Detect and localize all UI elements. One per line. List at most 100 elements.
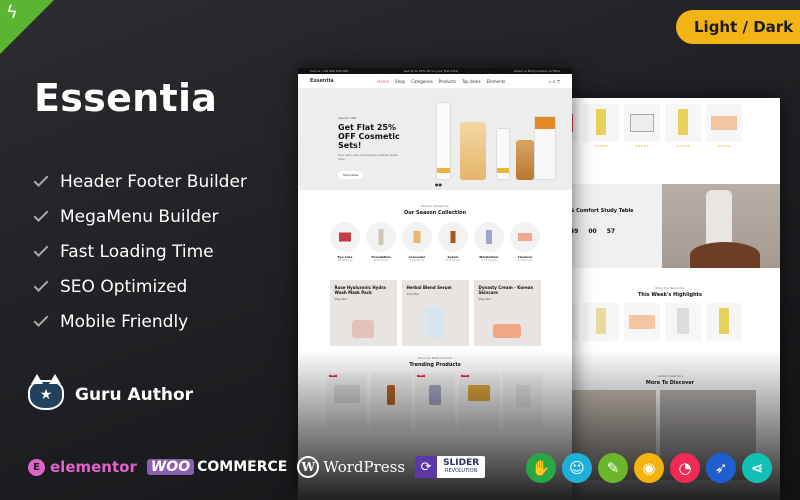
- cat-star-icon: ★: [28, 374, 64, 410]
- category-item[interactable]: Moisturizer 07 Products: [474, 222, 504, 262]
- check-icon: [33, 277, 49, 292]
- promo-banner[interactable]: Herbal Blend Serum Shop Now: [401, 280, 469, 346]
- nav-link[interactable]: Elements: [487, 79, 506, 84]
- author-name: Guru Author: [75, 385, 194, 405]
- share-icon: ⋖: [742, 453, 772, 483]
- slider-revolution-icon: ⟳: [415, 456, 438, 478]
- hero-slider: Special offer Get Flat 25% OFF Cosmetic …: [298, 88, 572, 190]
- shop-now-button[interactable]: Shop Now: [338, 171, 364, 179]
- topbar-links[interactable]: About us Blog Contact us FAQs: [514, 69, 560, 73]
- section-kicker: Shop the favourites: [655, 286, 685, 290]
- promo-banner[interactable]: Rose Hyaluronic Hydra Wash Mask Pack Shop…: [329, 280, 397, 346]
- feature-label: SEO Optimized: [60, 276, 188, 297]
- rating-stars: ★★★★★: [594, 144, 608, 148]
- slider-sub: REVOLUTION: [444, 468, 478, 474]
- banner-link[interactable]: Shop Now: [335, 298, 392, 301]
- timer-seconds: 57: [606, 228, 616, 235]
- check-icon: [33, 207, 49, 222]
- category-count: 03 Products: [517, 259, 533, 262]
- woo-icon: WOO: [146, 459, 195, 475]
- search-icon[interactable]: ⌕: [549, 79, 551, 84]
- feature-item: Header Footer Builder: [33, 164, 247, 199]
- nav-link[interactable]: Products: [439, 79, 456, 84]
- countdown-timer: 49 00 57: [570, 228, 615, 235]
- topbar-promo: Get up to 25% off on your first order: [403, 69, 459, 73]
- partner-logos: Eelementor WOO COMMERCE W WordPress ⟳ SLIDE…: [28, 456, 486, 478]
- category-count: 07 Products: [481, 259, 497, 262]
- category-item[interactable]: Concealer 04 Products: [402, 222, 432, 262]
- check-icon: [33, 172, 49, 187]
- hero-kicker: Special offer: [338, 116, 357, 120]
- wordpress-icon: W: [297, 456, 320, 478]
- wordpress-text: WordPress: [323, 458, 406, 476]
- light-dark-badge: Light / Dark: [676, 10, 800, 44]
- category-item[interactable]: Serum 05 Products: [438, 222, 468, 262]
- speedometer-icon: ◔: [670, 453, 700, 483]
- topbar-contact: Call us: +00 000 000 000: [310, 69, 349, 73]
- rocket-icon: ➶: [706, 453, 736, 483]
- elementor-text: elementor: [50, 458, 137, 476]
- category-count: 08 Products: [337, 259, 353, 262]
- product-bottle: [460, 122, 486, 180]
- deal-of-day-section: & Comfort Study Table 49 00 57: [560, 184, 780, 268]
- author-badge: ★ Guru Author: [28, 374, 194, 410]
- feature-label: MegaMenu Builder: [60, 206, 219, 227]
- category-item[interactable]: Foundation 06 Products: [366, 222, 396, 262]
- feature-item: Fast Loading Time: [33, 234, 247, 269]
- highlights-section: Shop the favourites This Week's Highligh…: [560, 274, 780, 341]
- banner-title: Rose Hyaluronic Hydra Wash Mask Pack: [334, 285, 386, 295]
- dino-foot-icon: ✋: [526, 453, 556, 483]
- product-tube: [496, 128, 510, 180]
- product-card: ★★★★★: [706, 104, 742, 148]
- category-item[interactable]: Cleanser 03 Products: [510, 222, 540, 262]
- user-icon[interactable]: ♙: [552, 79, 556, 84]
- banner-link[interactable]: Shop Now: [407, 293, 464, 296]
- lightning-bolt-icon: ϟ: [6, 2, 18, 23]
- support-agent-icon: ☺: [562, 453, 592, 483]
- timer-minutes: 00: [588, 228, 597, 235]
- rating-stars: ★★★★★: [635, 144, 649, 148]
- category-count: 05 Products: [445, 259, 461, 262]
- elementor-icon: E: [28, 458, 45, 476]
- feature-icon-row: ✋ ☺ ✎ ◉ ◔ ➶ ⋖: [526, 453, 772, 483]
- category-count: 04 Products: [409, 259, 425, 262]
- mockup-home-page: Call us: +00 000 000 000 Get up to 25% o…: [298, 68, 572, 500]
- product-title: Essentia: [34, 76, 218, 120]
- deal-title: & Comfort Study Table: [570, 208, 634, 214]
- banner-title: Herbal Blend Serum: [406, 285, 452, 290]
- nav-link[interactable]: Shop: [395, 79, 405, 84]
- product-card: ★★★★★: [665, 104, 701, 148]
- mockup-inner-page: ★★★★★ ★★★★★ ★★★★★ ★★★★★ ★★★★★ & Comfort …: [560, 98, 780, 500]
- site-logo[interactable]: Essentia: [310, 78, 334, 84]
- section-title: This Week's Highlights: [637, 292, 703, 298]
- site-nav: Essentia Home Shop Categories Products T…: [298, 74, 572, 88]
- cart-icon[interactable]: ⛉: [557, 79, 560, 84]
- feature-item: MegaMenu Builder: [33, 199, 247, 234]
- hero-description: Your skin care and beauty routine starts…: [338, 153, 398, 161]
- product-card: ★★★★★: [583, 104, 619, 148]
- promo-banner[interactable]: Dynasty Cream - Korean Skincare Shop Now: [473, 280, 541, 346]
- slider-dots[interactable]: ●●: [435, 182, 442, 187]
- feature-label: Fast Loading Time: [60, 241, 214, 262]
- product-box: [534, 116, 556, 180]
- check-icon: [33, 312, 49, 327]
- category-item[interactable]: Eye Care 08 Products: [330, 222, 360, 262]
- rating-stars: ★★★★★: [717, 144, 731, 148]
- feature-item: Mobile Friendly: [33, 304, 247, 339]
- section-kicker: Beauty categories: [421, 204, 449, 208]
- category-count: 06 Products: [373, 259, 389, 262]
- woo-text: COMMERCE: [197, 459, 288, 475]
- feature-item: SEO Optimized: [33, 269, 247, 304]
- slider-revolution-logo: ⟳ SLIDER REVOLUTION: [415, 456, 486, 478]
- product-card: [706, 303, 742, 341]
- nav-link[interactable]: Home: [377, 79, 389, 84]
- section-title: Our Season Collection: [403, 210, 467, 216]
- eye-icon: ◉: [634, 453, 664, 483]
- feature-list: Header Footer Builder MegaMenu Builder F…: [33, 164, 247, 339]
- banner-link[interactable]: Shop Now: [479, 298, 536, 301]
- feature-label: Header Footer Builder: [60, 171, 247, 192]
- nav-link[interactable]: Categories: [411, 79, 433, 84]
- product-bottle: [516, 140, 534, 180]
- product-card: ★★★★★: [624, 104, 660, 148]
- nav-link[interactable]: Top deals: [462, 79, 481, 84]
